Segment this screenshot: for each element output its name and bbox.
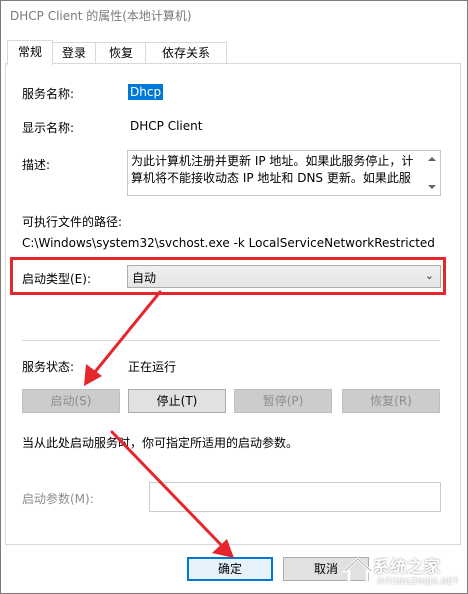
scroll-down-icon[interactable] <box>428 185 436 189</box>
service-name-value[interactable]: Dhcp <box>128 84 164 100</box>
description-text: 为此计算机注册并更新 IP 地址。如果此服务停止，计算机将不能接收动态 IP 地… <box>131 154 414 185</box>
start-button[interactable]: 启动(S) <box>22 389 120 413</box>
ok-button[interactable]: 确定 <box>187 557 273 581</box>
tab-logon[interactable]: 登录 <box>51 42 97 64</box>
separator <box>22 340 440 341</box>
display-name-value[interactable]: DHCP Client <box>130 119 202 133</box>
description-box[interactable]: 为此计算机注册并更新 IP 地址。如果此服务停止，计算机将不能接收动态 IP 地… <box>127 150 441 196</box>
start-params-input[interactable] <box>149 482 441 512</box>
scroll-up-icon[interactable] <box>428 157 436 161</box>
title-bar: DHCP Client 的属性(本地计算机) <box>1 1 467 31</box>
startup-type-select[interactable]: 自动 ⌄ <box>127 265 441 288</box>
exe-path-value[interactable]: C:\Windows\system32\svchost.exe -k Local… <box>22 236 435 250</box>
watermark-logo: 系统之家 XITONGZHIJIA.NET <box>341 549 467 593</box>
pause-button[interactable]: 暂停(P) <box>234 389 332 413</box>
chevron-down-icon: ⌄ <box>424 269 434 282</box>
tab-general[interactable]: 常规 <box>7 40 53 65</box>
description-scrollbar[interactable] <box>424 151 440 195</box>
stop-button[interactable]: 停止(T) <box>128 389 226 413</box>
description-label: 描述: <box>22 158 51 172</box>
tab-logon-label: 登录 <box>61 46 86 60</box>
service-name-label: 服务名称: <box>22 87 75 101</box>
resume-button[interactable]: 恢复(R) <box>342 389 440 413</box>
tab-general-label: 常规 <box>17 45 42 59</box>
display-name-label: 显示名称: <box>22 121 75 135</box>
tab-dependencies-label: 依存关系 <box>161 46 210 60</box>
startup-type-value: 自动 <box>132 271 157 285</box>
exe-path-label: 可执行文件的路径: <box>22 215 123 229</box>
watermark-site: XITONGZHIJIA.NET <box>377 577 459 586</box>
startup-type-label: 启动类型(E): <box>22 272 91 286</box>
house-icon <box>341 557 375 585</box>
service-status-label: 服务状态: <box>22 360 75 374</box>
window-title: DHCP Client 的属性(本地计算机) <box>10 9 192 23</box>
properties-dialog: DHCP Client 的属性(本地计算机) 常规 登录 恢复 依存关系 服务名… <box>0 0 468 594</box>
tab-recovery[interactable]: 恢复 <box>95 42 147 64</box>
service-status-value: 正在运行 <box>128 360 177 374</box>
general-panel: 服务名称: Dhcp 显示名称: DHCP Client 描述: 为此计算机注册… <box>5 63 461 545</box>
tab-dependencies[interactable]: 依存关系 <box>145 42 227 64</box>
tab-recovery-label: 恢复 <box>108 46 133 60</box>
start-params-hint: 当从此处启动服务时，你可指定所适用的启动参数。 <box>22 436 299 450</box>
start-params-label: 启动参数(M): <box>22 492 94 506</box>
watermark-brand: 系统之家 <box>373 557 442 576</box>
